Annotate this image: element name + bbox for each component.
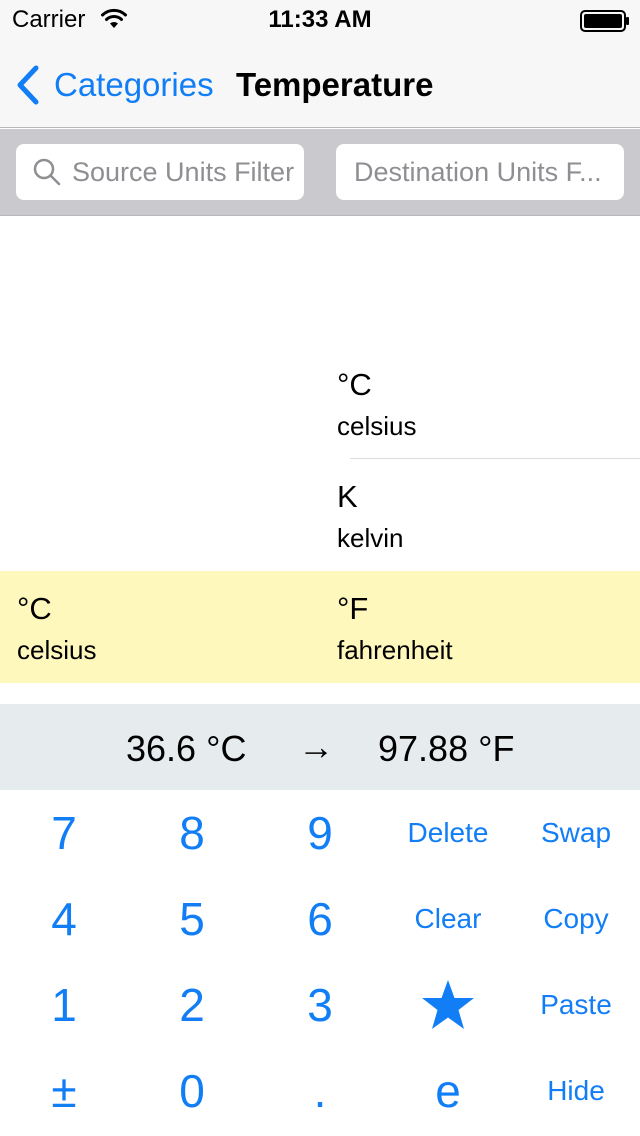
key-1[interactable]: 1 <box>0 962 128 1048</box>
back-button-label: Categories <box>54 66 214 103</box>
key-6[interactable]: 6 <box>256 876 384 962</box>
key-9[interactable]: 9 <box>256 790 384 876</box>
source-units-filter-input[interactable] <box>72 156 304 188</box>
key-decimal-point[interactable]: . <box>256 1048 384 1134</box>
star-icon <box>422 980 474 1029</box>
destination-unit-kelvin[interactable]: K kelvin <box>337 459 640 571</box>
key-3[interactable]: 3 <box>256 962 384 1048</box>
filter-bar <box>0 129 640 216</box>
keypad: 7 8 9 Delete Swap 4 5 6 Clear Copy 1 2 3… <box>0 790 640 1136</box>
source-filter-field[interactable] <box>16 144 304 200</box>
source-value: 36.6 °C <box>126 728 247 769</box>
battery-icon <box>580 10 629 32</box>
conversion-result-bar: 36.6 °C → 97.88 °F <box>0 704 640 790</box>
key-2[interactable]: 2 <box>128 962 256 1048</box>
key-exponent[interactable]: e <box>384 1048 512 1134</box>
destination-filter-field[interactable] <box>336 144 624 200</box>
navigation-bar: Categories Temperature <box>0 40 640 128</box>
clear-button[interactable]: Clear <box>384 876 512 962</box>
search-icon <box>33 158 61 186</box>
destination-unit-fahrenheit-selected[interactable]: °F fahrenheit <box>337 571 640 683</box>
key-7[interactable]: 7 <box>0 790 128 876</box>
key-4[interactable]: 4 <box>0 876 128 962</box>
key-0[interactable]: 0 <box>128 1048 256 1134</box>
hide-button[interactable]: Hide <box>512 1048 640 1134</box>
unit-symbol: K <box>337 479 358 514</box>
chevron-left-icon <box>17 65 39 105</box>
page-title: Temperature <box>236 66 434 103</box>
status-bar: Carrier 11:33 AM <box>0 0 640 40</box>
status-clock: 11:33 AM <box>268 6 372 33</box>
delete-button[interactable]: Delete <box>384 790 512 876</box>
destination-units-filter-input[interactable] <box>336 156 624 188</box>
unit-name: celsius <box>337 411 417 441</box>
destination-unit-celsius[interactable]: °C celsius <box>337 347 640 459</box>
unit-name: fahrenheit <box>337 635 453 665</box>
key-8[interactable]: 8 <box>128 790 256 876</box>
result-value: 97.88 °F <box>378 728 515 769</box>
swap-button[interactable]: Swap <box>512 790 640 876</box>
unit-symbol: °F <box>337 591 369 626</box>
back-button[interactable]: Categories <box>14 64 214 106</box>
paste-button[interactable]: Paste <box>512 962 640 1048</box>
conversion-arrow: → <box>298 726 334 767</box>
copy-button[interactable]: Copy <box>512 876 640 962</box>
unit-name: kelvin <box>337 523 404 553</box>
source-unit-celsius-selected[interactable]: °C celsius <box>17 571 320 683</box>
key-5[interactable]: 5 <box>128 876 256 962</box>
unit-symbol: °C <box>337 367 372 402</box>
favorite-button[interactable] <box>384 962 512 1048</box>
key-plus-minus[interactable]: ± <box>0 1048 128 1134</box>
unit-name: celsius <box>17 635 97 665</box>
unit-symbol: °C <box>17 591 52 626</box>
